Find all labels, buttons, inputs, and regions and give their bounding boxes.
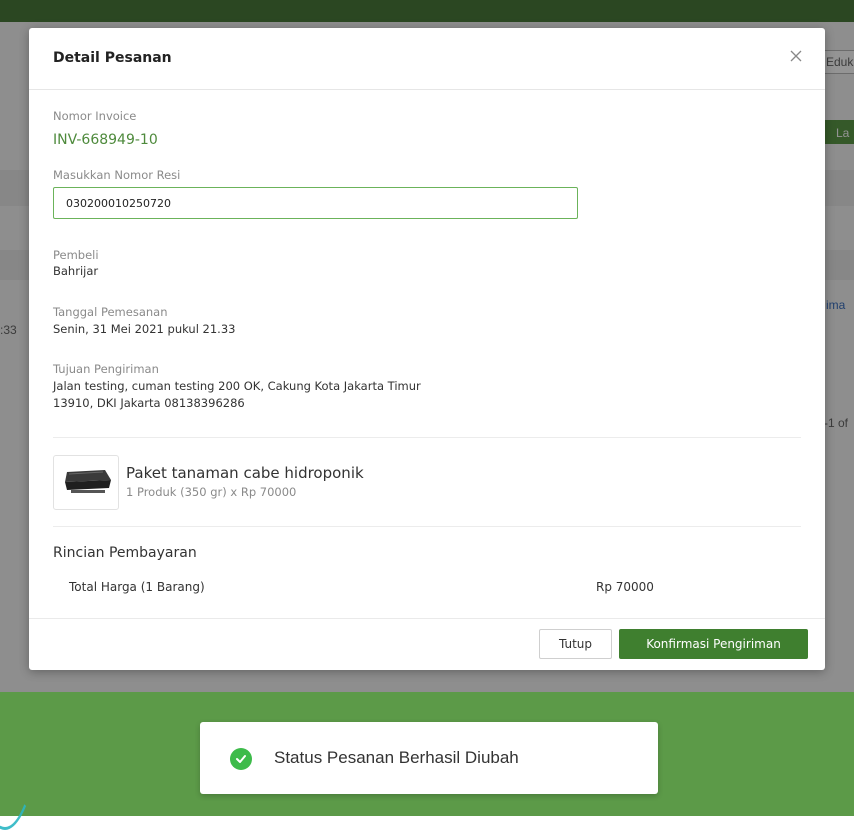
shipping-address-line1: Jalan testing, cuman testing 200 OK, Cak… bbox=[53, 379, 421, 393]
close-button[interactable]: Tutup bbox=[539, 629, 612, 659]
modal-title: Detail Pesanan bbox=[53, 50, 172, 66]
invoice-label: Nomor Invoice bbox=[53, 109, 137, 123]
resi-input[interactable] bbox=[53, 187, 578, 219]
success-toast: Status Pesanan Berhasil Diubah bbox=[200, 722, 658, 794]
total-price-value: Rp 70000 bbox=[596, 580, 654, 594]
payment-section-title: Rincian Pembayaran bbox=[53, 545, 197, 561]
shipping-address-line2: 13910, DKI Jakarta 08138396286 bbox=[53, 396, 245, 410]
close-icon[interactable] bbox=[789, 48, 809, 68]
invoice-number: INV-668949-10 bbox=[53, 132, 158, 148]
toast-message: Status Pesanan Berhasil Diubah bbox=[274, 748, 519, 767]
order-date-value: Senin, 31 Mei 2021 pukul 21.33 bbox=[53, 322, 236, 336]
total-price-label: Total Harga (1 Barang) bbox=[69, 580, 205, 594]
modal-footer-divider bbox=[29, 618, 825, 619]
product-quantity-price: 1 Produk (350 gr) x Rp 70000 bbox=[126, 485, 297, 499]
product-thumbnail bbox=[53, 455, 119, 510]
order-date-label: Tanggal Pemesanan bbox=[53, 305, 168, 319]
resi-label: Masukkan Nomor Resi bbox=[53, 168, 181, 182]
confirm-shipping-button[interactable]: Konfirmasi Pengiriman bbox=[619, 629, 808, 659]
buyer-name: Bahrijar bbox=[53, 264, 99, 278]
divider bbox=[53, 437, 801, 438]
background-bottom-strip bbox=[0, 816, 854, 830]
buyer-label: Pembeli bbox=[53, 248, 99, 262]
product-name: Paket tanaman cabe hidroponik bbox=[126, 464, 364, 482]
divider bbox=[53, 526, 801, 527]
shipping-label: Tujuan Pengiriman bbox=[53, 362, 159, 376]
hydroponic-tray-icon bbox=[65, 470, 111, 493]
check-circle-icon bbox=[230, 748, 252, 770]
modal-header: Detail Pesanan bbox=[29, 28, 825, 90]
order-detail-modal: Detail Pesanan Nomor Invoice INV-668949-… bbox=[29, 28, 825, 670]
